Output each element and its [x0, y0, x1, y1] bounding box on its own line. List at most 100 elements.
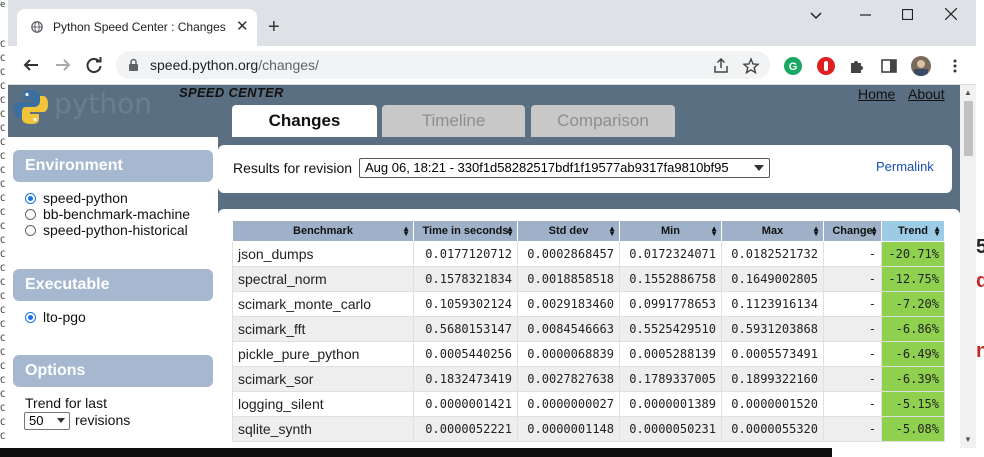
radio-checked-icon[interactable] [25, 193, 36, 204]
cell-trend: -6.86% [881, 316, 945, 342]
column-header-max[interactable]: Max ▲ ▼ [721, 220, 824, 242]
tab-timeline[interactable]: Timeline [382, 105, 525, 137]
exe-option-label: lto-pgo [43, 309, 86, 325]
cell-change: - [823, 241, 882, 267]
browser-titlebar: Python Speed Center : Changes ✕ + [8, 0, 976, 46]
cell-time: 0.0005440256 [413, 341, 518, 367]
scrollbar-thumb[interactable] [964, 101, 973, 156]
lock-icon[interactable] [128, 58, 139, 72]
cell-min: 0.0000001389 [619, 391, 722, 417]
table-row: spectral_norm 0.1578321834 0.0018858518 0.1… [232, 266, 945, 292]
cell-change: - [823, 366, 882, 392]
cell-max: 0.0000055320 [721, 416, 824, 442]
extensions-puzzle-icon[interactable] [848, 57, 866, 75]
cell-trend: -7.20% [881, 291, 945, 317]
cell-min: 0.0000050231 [619, 416, 722, 442]
table-header-row: Benchmark ▲ ▼ Time in seconds ▲ ▼ Std dev ▲ ▼ … [232, 220, 945, 242]
cell-name: json_dumps [232, 241, 414, 267]
svg-text:G: G [789, 61, 798, 73]
background-window-right: 5 d n [976, 0, 984, 457]
results-table: Benchmark ▲ ▼ Time in seconds ▲ ▼ Std dev ▲ ▼ … [232, 220, 945, 442]
env-option-label: speed-python [43, 190, 128, 206]
tab-changes[interactable]: Changes [232, 105, 377, 137]
env-option-bb-benchmark-machine[interactable]: bb-benchmark-machine [25, 206, 190, 222]
cell-std: 0.0000068839 [517, 341, 620, 367]
close-window-icon[interactable] [940, 4, 962, 26]
trend-revisions-value: 50 [29, 413, 44, 428]
radio-unchecked-icon[interactable] [25, 225, 36, 236]
ublock-extension-icon[interactable] [817, 57, 835, 75]
cell-max: 0.5931203868 [721, 316, 824, 342]
side-panel-icon[interactable] [880, 57, 898, 75]
bookmark-star-icon[interactable] [742, 57, 760, 75]
home-link[interactable]: Home [858, 86, 895, 102]
scroll-up-icon[interactable]: ▲ [964, 88, 972, 97]
exe-option-lto-pgo[interactable]: lto-pgo [25, 309, 86, 325]
column-header-trend[interactable]: Trend ▲ ▼ [881, 220, 945, 242]
column-header-std-dev[interactable]: Std dev ▲ ▼ [517, 220, 620, 242]
profile-avatar[interactable] [911, 56, 931, 76]
browser-window: Python Speed Center : Changes ✕ + speed.… [8, 0, 976, 448]
chevron-down-icon [57, 418, 65, 423]
cell-change: - [823, 391, 882, 417]
cell-std: 0.0084546663 [517, 316, 620, 342]
cell-trend: -12.75% [881, 266, 945, 292]
scroll-down-icon[interactable]: ▼ [964, 435, 972, 444]
column-header-min[interactable]: Min ▲ ▼ [619, 220, 722, 242]
cell-trend: -5.08% [881, 416, 945, 442]
results-table-body: json_dumps 0.0177120712 0.0002868457 0.0172… [232, 241, 945, 442]
cell-change: - [823, 416, 882, 442]
column-header-change[interactable]: Change ▲ ▼ [823, 220, 882, 242]
table-row: pickle_pure_python 0.0005440256 0.00000688… [232, 341, 945, 367]
grammarly-extension-icon[interactable]: G [784, 57, 802, 75]
cell-time: 0.0000052221 [413, 416, 518, 442]
trend-revisions-select[interactable]: 50 [24, 412, 70, 430]
browser-tab[interactable]: Python Speed Center : Changes ✕ [17, 9, 257, 46]
permalink-link[interactable]: Permalink [876, 159, 934, 174]
radio-checked-icon[interactable] [25, 312, 36, 323]
column-header-label: Benchmark [293, 225, 353, 237]
about-link[interactable]: About [908, 86, 945, 102]
cell-min: 0.0005288139 [619, 341, 722, 367]
column-header-time[interactable]: Time in seconds ▲ ▼ [413, 220, 518, 242]
tab-title: Python Speed Center : Changes [53, 20, 226, 34]
radio-unchecked-icon[interactable] [25, 209, 36, 220]
forward-arrow-icon[interactable] [52, 54, 74, 76]
python-logo-icon [14, 90, 48, 124]
reload-icon[interactable] [83, 54, 105, 76]
tab-search-icon[interactable] [805, 4, 827, 26]
env-option-speed-python[interactable]: speed-python [25, 190, 128, 206]
column-header-benchmark[interactable]: Benchmark ▲ ▼ [232, 220, 414, 242]
revision-select[interactable]: Aug 06, 18:21 - 330f1d58282517bdf1f19577… [359, 158, 770, 178]
cell-std: 0.0029183460 [517, 291, 620, 317]
cell-change: - [823, 316, 882, 342]
cell-std: 0.0002868457 [517, 241, 620, 267]
minimize-icon[interactable] [854, 4, 876, 26]
address-bar[interactable]: speed.python.org/changes/ [116, 51, 770, 79]
python-wordmark: python [54, 87, 152, 120]
browser-menu-icon[interactable] [946, 57, 964, 75]
cell-min: 0.0991778653 [619, 291, 722, 317]
cell-std: 0.0000001148 [517, 416, 620, 442]
sort-arrows-icon: ▲ ▼ [710, 224, 718, 238]
back-arrow-icon[interactable] [20, 54, 42, 76]
table-row: sqlite_synth 0.0000052221 0.0000001148 0.00… [232, 416, 945, 442]
env-option-label: speed-python-historical [43, 222, 188, 238]
cell-change: - [823, 266, 882, 292]
cell-time: 0.1578321834 [413, 266, 518, 292]
cell-trend: -6.49% [881, 341, 945, 367]
page-scrollbar[interactable]: ▲ ▼ [960, 85, 976, 448]
new-tab-button[interactable]: + [268, 16, 280, 38]
column-header-label: Time in seconds [422, 225, 509, 237]
env-option-speed-python-historical[interactable]: speed-python-historical [25, 222, 188, 238]
cell-name: sqlite_synth [232, 416, 414, 442]
close-tab-icon[interactable]: ✕ [236, 17, 249, 37]
cell-max: 0.0000001520 [721, 391, 824, 417]
revision-label: Results for revision [233, 160, 353, 176]
cell-trend: -5.15% [881, 391, 945, 417]
maximize-icon[interactable] [896, 4, 918, 26]
share-icon[interactable] [712, 57, 730, 75]
env-option-label: bb-benchmark-machine [43, 206, 191, 222]
cell-max: 0.1649002805 [721, 266, 824, 292]
tab-comparison[interactable]: Comparison [531, 105, 675, 137]
